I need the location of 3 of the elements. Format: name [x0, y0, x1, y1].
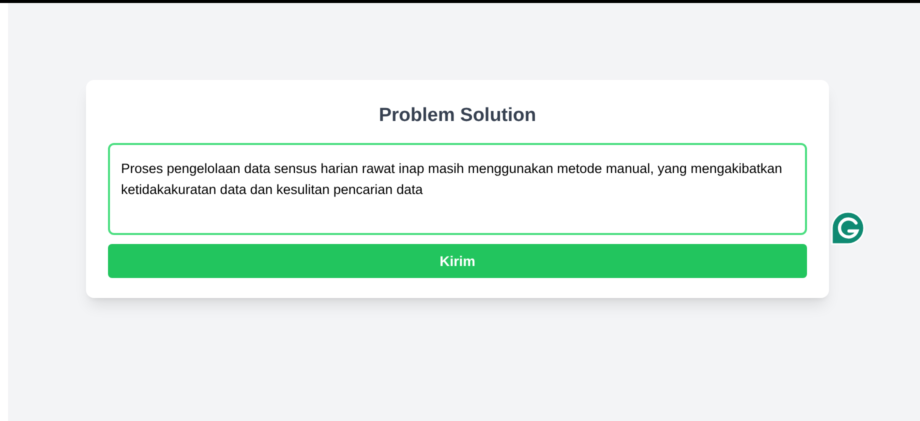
form-title: Problem Solution [378, 104, 538, 128]
text-area[interactable]: Proses pengelolaan data sensus harian rawat inap masih menggunakan metode manual, yang mengakibatkan ketidakakuratan data dan kesulitan pencarian data [108, 143, 807, 235]
grammar-assistant-icon[interactable] [830, 210, 866, 246]
